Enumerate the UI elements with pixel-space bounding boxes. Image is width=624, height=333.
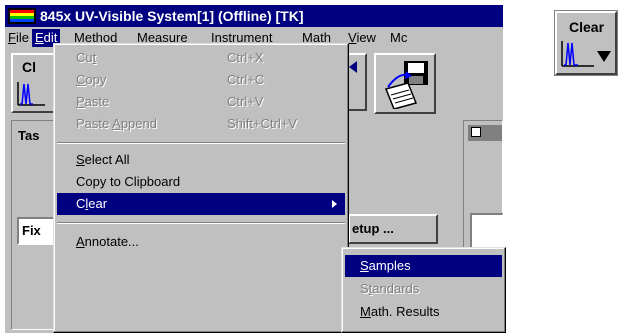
copy-shortcut: Ctrl+C [227, 72, 265, 87]
panel-icon [471, 127, 481, 137]
menu-item-copy-to-clipboard[interactable]: Copy to Clipboard [57, 171, 345, 193]
save-disk-icon [384, 61, 428, 109]
toolbar-clear-button[interactable]: Cl [11, 53, 55, 113]
paste-append-shortcut: Shift+Ctrl+V [227, 116, 298, 131]
submenu-item-standards[interactable]: Standards [345, 278, 502, 300]
app-spectrum-icon [8, 8, 36, 24]
task-select-value: Fix [22, 223, 41, 238]
menu-item-paste[interactable]: Paste Ctrl+V [57, 91, 345, 113]
submenu-arrow-icon [332, 200, 337, 208]
spectrum-icon [17, 82, 45, 106]
menu-separator [57, 142, 345, 144]
submenu-item-samples[interactable]: Samples [345, 255, 502, 277]
submenu-item-math-results[interactable]: Math. Results [345, 301, 502, 323]
menu-item-clear[interactable]: Clear [57, 193, 345, 215]
toolbar-button-label: Cl [22, 59, 36, 75]
setup-button-label: etup ... [352, 221, 394, 236]
right-panel-header [468, 125, 502, 141]
menu-item-paste-append[interactable]: Paste Append Shift+Ctrl+V [57, 113, 345, 135]
dropdown-arrow-icon[interactable] [597, 51, 611, 63]
clear-submenu: Samples Standards Math. Results [341, 247, 506, 333]
toolbar-arrow-icon [349, 61, 357, 73]
menu-item-annotate[interactable]: Annotate... [57, 231, 345, 253]
paste-shortcut: Ctrl+V [227, 94, 264, 109]
edit-menu: Cut Ctrl+X Copy Ctrl+C Paste Ctrl+V Past… [53, 43, 349, 333]
menu-item-copy[interactable]: Copy Ctrl+C [57, 69, 345, 91]
setup-button[interactable]: etup ... [348, 214, 438, 244]
clear-toolbar-button[interactable]: Clear [554, 10, 618, 76]
cut-shortcut: Ctrl+X [227, 50, 264, 65]
tasks-label: Tas [18, 128, 40, 143]
menu-item-select-all[interactable]: Select All [57, 149, 345, 171]
menu-view[interactable]: View [345, 29, 379, 47]
clear-button-label: Clear [569, 19, 605, 35]
menu-file[interactable]: File [5, 29, 32, 47]
menu-more-partial[interactable]: Mc [387, 29, 410, 47]
menu-item-cut[interactable]: Cut Ctrl+X [57, 47, 345, 69]
save-button[interactable] [374, 53, 436, 114]
title-bar[interactable]: 845x UV-Visible System[1] (Offline) [TK] [5, 5, 503, 27]
menu-separator [57, 222, 345, 224]
window-title: 845x UV-Visible System[1] (Offline) [TK] [40, 8, 304, 24]
